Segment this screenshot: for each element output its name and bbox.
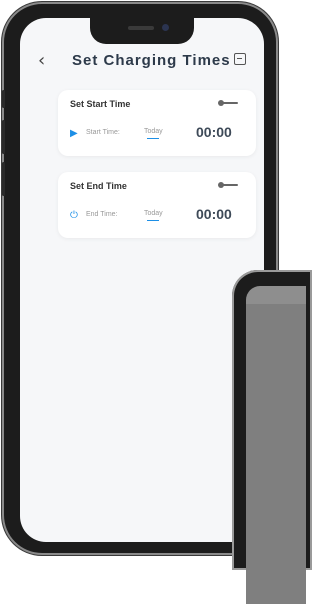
volume-down-button	[2, 162, 5, 196]
save-icon[interactable]	[234, 53, 246, 65]
front-camera	[162, 24, 169, 31]
notch	[90, 18, 194, 44]
start-time-card: Set Start Time ▶ Start Time: Today 00:00	[58, 90, 256, 156]
volume-up-button	[2, 120, 5, 154]
power-icon: ⏻	[70, 210, 78, 221]
second-phone-screen	[246, 286, 306, 604]
second-phone-frame	[232, 270, 312, 604]
back-icon[interactable]: ‹	[38, 50, 45, 71]
page-title: Set Charging Times	[72, 52, 231, 69]
app-screen: ‹ Set Charging Times Set Start Time ▶ St…	[20, 18, 264, 542]
end-time-toggle[interactable]	[218, 182, 238, 188]
end-time-heading: Set End Time	[70, 181, 127, 191]
speaker	[128, 26, 154, 30]
end-time-card: Set End Time ⏻ End Time: Today 00:00	[58, 172, 256, 238]
start-time-label: Start Time:	[86, 129, 120, 136]
start-time-value[interactable]: 00:00	[196, 124, 232, 140]
start-time-heading: Set Start Time	[70, 99, 131, 109]
start-day-selector[interactable]: Today	[144, 128, 163, 139]
end-time-label: End Time:	[86, 211, 118, 218]
second-phone-content	[246, 304, 306, 604]
end-day-selector[interactable]: Today	[144, 210, 163, 221]
app-header: ‹ Set Charging Times	[20, 44, 264, 78]
silent-switch	[2, 90, 5, 108]
start-time-toggle[interactable]	[218, 100, 238, 106]
play-icon: ▶	[70, 128, 78, 139]
end-time-value[interactable]: 00:00	[196, 206, 232, 222]
